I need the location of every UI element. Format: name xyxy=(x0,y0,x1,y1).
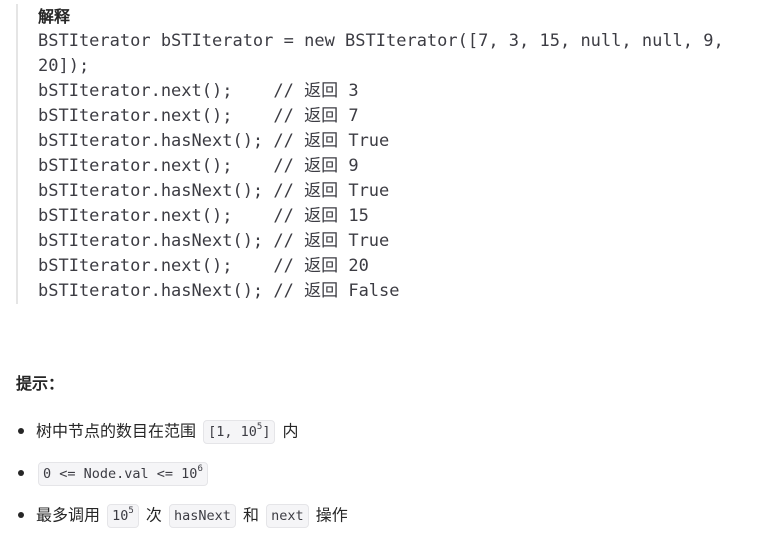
constraint-text: 次 xyxy=(145,505,162,525)
code-base: [1, 10 xyxy=(208,423,257,440)
constraint-text: 最多调用 xyxy=(36,505,101,525)
example-explanation-block: 解释 BSTIterator bSTIterator = new BSTIter… xyxy=(16,4,756,304)
constraint-text: 内 xyxy=(282,421,299,441)
inline-code-node-val: 0 <= Node.val <= 106 xyxy=(38,461,208,486)
code-line-6: bSTIterator.next(); // 返回 9 xyxy=(38,156,359,176)
inline-code-next: next xyxy=(266,503,309,528)
code-line-9: bSTIterator.hasNext(); // 返回 True xyxy=(38,231,390,251)
code-exponent: 6 xyxy=(197,464,203,474)
code-line-8: bSTIterator.next(); // 返回 15 xyxy=(38,206,369,226)
code-base: 0 <= Node.val <= 10 xyxy=(43,465,198,482)
explanation-label: 解释 xyxy=(38,7,71,26)
constraint-call-count: 最多调用 105 次 hasNext 和 next 操作 xyxy=(16,498,348,532)
code-line-2: 20]); xyxy=(38,56,90,76)
constraint-text: 和 xyxy=(243,505,260,525)
code-exponent: 5 xyxy=(128,506,134,516)
hints-title: 提示： xyxy=(16,374,65,393)
inline-code-range: [1, 105] xyxy=(203,419,276,444)
code-line-10: bSTIterator.next(); // 返回 20 xyxy=(38,256,369,276)
code-line-1: BSTIterator bSTIterator = new BSTIterato… xyxy=(38,31,724,51)
constraint-text: 树中节点的数目在范围 xyxy=(36,421,197,441)
constraint-text: 操作 xyxy=(315,505,348,525)
constraints-list: 树中节点的数目在范围 [1, 105] 内 0 <= Node.val <= 1… xyxy=(16,414,348,540)
code-line-5: bSTIterator.hasNext(); // 返回 True xyxy=(38,131,390,151)
inline-code-call-limit: 105 xyxy=(107,503,139,528)
code-close: ] xyxy=(262,423,271,440)
constraint-node-val: 0 <= Node.val <= 106 xyxy=(16,456,348,490)
constraint-node-count: 树中节点的数目在范围 [1, 105] 内 xyxy=(16,414,348,448)
code-line-4: bSTIterator.next(); // 返回 7 xyxy=(38,106,359,126)
code-line-7: bSTIterator.hasNext(); // 返回 True xyxy=(38,181,390,201)
code-exponent: 5 xyxy=(256,422,263,432)
code-base: 10 xyxy=(112,507,129,524)
code-line-11: bSTIterator.hasNext(); // 返回 False xyxy=(38,281,400,301)
code-line-3: bSTIterator.next(); // 返回 3 xyxy=(38,81,359,101)
inline-code-hasnext: hasNext xyxy=(169,503,236,528)
